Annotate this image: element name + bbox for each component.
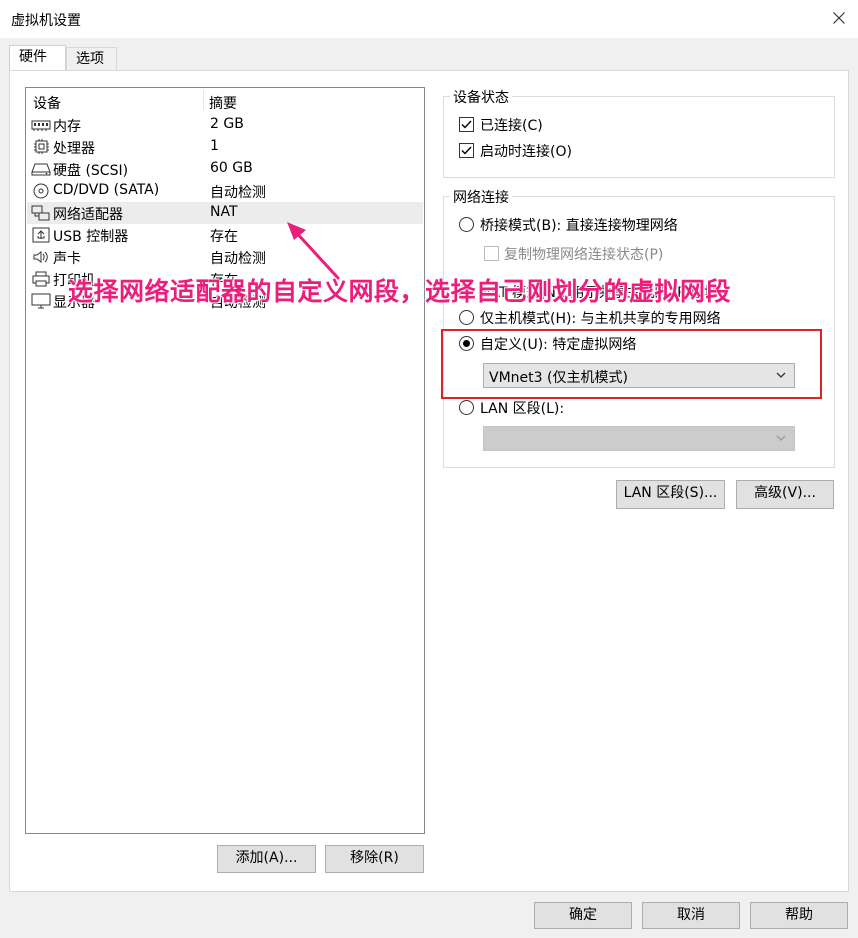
connected-checkbox[interactable]	[459, 117, 474, 132]
column-header-device[interactable]: 设备	[33, 93, 61, 113]
checkmark-icon	[461, 146, 472, 155]
title-bar: 虚拟机设置	[0, 0, 858, 38]
tab-hardware[interactable]: 硬件	[9, 45, 66, 71]
device-row-usb[interactable]: USB 控制器 存在	[27, 224, 423, 246]
connect-at-power-on-label[interactable]: 启动时连接(O)	[480, 141, 572, 161]
chevron-down-icon	[776, 435, 786, 441]
device-name: 网络适配器	[53, 207, 123, 223]
host-only-radio[interactable]	[459, 310, 474, 325]
device-summary: 2 GB	[210, 116, 244, 132]
display-icon	[31, 293, 51, 309]
device-summary: 60 GB	[210, 160, 253, 176]
device-row-hard-disk[interactable]: 硬盘 (SCSI) 60 GB	[27, 158, 423, 180]
close-icon	[833, 12, 845, 24]
replicate-state-label[interactable]: 复制物理网络连接状态(P)	[504, 244, 663, 264]
device-status-group	[443, 96, 835, 178]
help-button[interactable]: 帮助	[750, 902, 848, 929]
device-name: CD/DVD (SATA)	[53, 182, 160, 198]
connect-at-power-on-checkbox[interactable]	[459, 143, 474, 158]
cd-dvd-icon	[33, 183, 49, 199]
network-connection-title: 网络连接	[450, 187, 512, 207]
column-header-summary[interactable]: 摘要	[209, 93, 237, 113]
device-name: 处理器	[53, 141, 95, 157]
device-row-sound[interactable]: 声卡 自动检测	[27, 246, 423, 268]
replicate-state-checkbox[interactable]	[484, 246, 499, 261]
highlight-box	[441, 329, 822, 399]
lan-segments-button[interactable]: LAN 区段(S)...	[616, 480, 725, 509]
tab-options[interactable]: 选项	[66, 47, 117, 71]
column-divider	[203, 90, 204, 110]
printer-icon	[32, 271, 50, 287]
device-row-processor[interactable]: 处理器 1	[27, 136, 423, 158]
device-name: 声卡	[53, 251, 81, 267]
device-row-cd-dvd[interactable]: CD/DVD (SATA) 自动检测	[27, 180, 423, 202]
device-summary: 自动检测	[210, 185, 266, 201]
bridged-radio[interactable]	[459, 217, 474, 232]
connected-label[interactable]: 已连接(C)	[480, 115, 543, 135]
device-name: 硬盘 (SCSI)	[53, 163, 129, 179]
device-summary: 1	[210, 138, 219, 154]
device-name: 内存	[53, 119, 81, 135]
add-device-button[interactable]: 添加(A)...	[217, 845, 316, 873]
cancel-button[interactable]: 取消	[642, 902, 740, 929]
lan-segment-label[interactable]: LAN 区段(L):	[480, 398, 564, 418]
device-summary: NAT	[210, 204, 238, 220]
device-summary: 自动检测	[210, 251, 266, 267]
memory-icon	[31, 120, 51, 131]
remove-device-button[interactable]: 移除(R)	[325, 845, 424, 873]
network-adapter-icon	[31, 205, 50, 221]
device-row-network-adapter[interactable]: 网络适配器 NAT	[27, 202, 423, 224]
window-title: 虚拟机设置	[11, 13, 81, 29]
usb-icon	[32, 227, 50, 243]
checkmark-icon	[461, 120, 472, 129]
list-header: 设备 摘要	[26, 88, 424, 114]
close-button[interactable]	[826, 5, 852, 31]
bridged-label[interactable]: 桥接模式(B): 直接连接物理网络	[480, 215, 678, 235]
device-summary: 存在	[210, 229, 238, 245]
device-row-memory[interactable]: 内存 2 GB	[27, 114, 423, 136]
ok-button[interactable]: 确定	[534, 902, 632, 929]
host-only-label[interactable]: 仅主机模式(H): 与主机共享的专用网络	[480, 308, 721, 328]
device-list[interactable]: 设备 摘要 内存 2 GB 处理器 1 硬盘 (SCSI) 60 GB CD/D…	[25, 87, 425, 834]
lan-segment-radio[interactable]	[459, 400, 474, 415]
hard-disk-icon	[31, 163, 51, 176]
device-status-title: 设备状态	[450, 87, 512, 107]
lan-segment-select[interactable]	[483, 426, 795, 451]
device-name: USB 控制器	[53, 229, 129, 245]
advanced-button[interactable]: 高级(V)...	[736, 480, 834, 509]
tab-strip: 选项 硬件	[0, 38, 858, 71]
annotation-text: 选择网络适配器的自定义网段，选择自己刚划分的虚拟网段	[68, 277, 732, 306]
processor-icon	[34, 139, 49, 154]
speaker-icon	[33, 251, 48, 263]
